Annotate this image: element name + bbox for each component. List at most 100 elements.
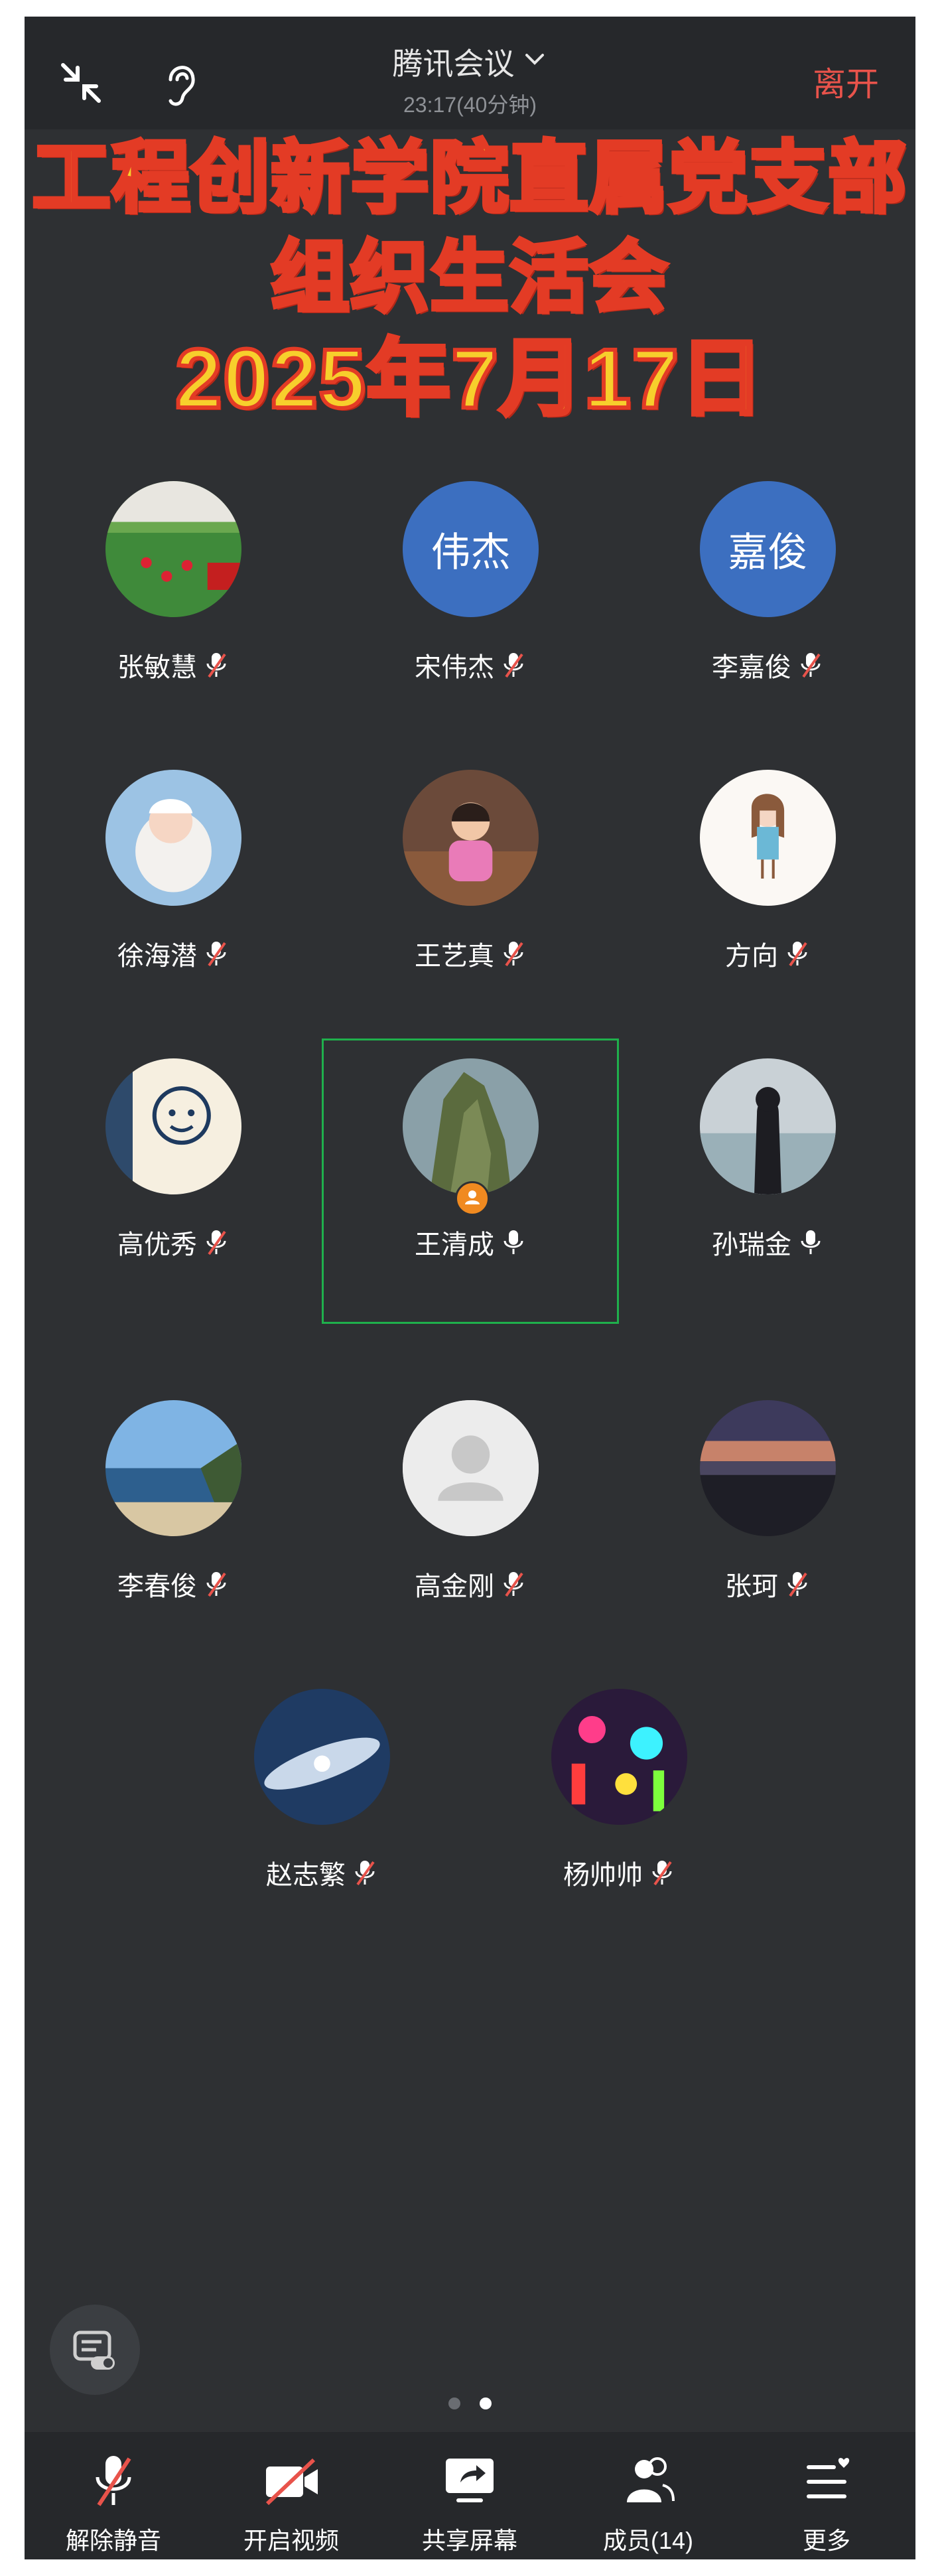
members-icon: [627, 2457, 675, 2502]
participant-tile[interactable]: 方向: [619, 770, 915, 1055]
mic-muted-icon: [204, 939, 229, 968]
avatar[interactable]: [105, 481, 241, 617]
share-screen-label: 共享屏幕: [421, 2527, 517, 2554]
bottom-toolbar: 解除静音 开启视频 共享屏幕 成员(14) 更多: [25, 2432, 915, 2559]
leave-button[interactable]: 离开: [813, 58, 879, 106]
participant-name-row: 张敏慧: [25, 646, 322, 684]
meeting-title-button[interactable]: 腾讯会议: [393, 40, 548, 84]
banner-line-1: 工程创新学院直属党支部: [30, 135, 908, 222]
participant-name: 徐海潜: [117, 942, 197, 971]
mic-muted-icon: [204, 650, 229, 680]
participant-tile[interactable]: 伟杰 宋伟杰: [322, 481, 619, 766]
participant-name-row: 徐海潜: [25, 934, 322, 973]
avatar[interactable]: [700, 770, 836, 906]
default-avatar-icon[interactable]: [403, 1400, 539, 1536]
more-button[interactable]: 更多: [738, 2432, 915, 2559]
avatar[interactable]: [105, 1400, 241, 1536]
avatar[interactable]: [403, 1058, 539, 1194]
participant-name-row: 赵志繁: [173, 1853, 470, 1892]
share-screen-icon: [446, 2459, 494, 2502]
participant-name-row: 李嘉俊: [619, 646, 915, 684]
avatar[interactable]: [254, 1689, 390, 1825]
meeting-screen: 腾讯会议 23:17(40分钟) 离开 工程创新学院直属党支部 组织生活会 20…: [25, 17, 915, 2559]
participant-tile[interactable]: 孙瑞金: [619, 1058, 915, 1344]
participant-name-row: 方向: [619, 934, 915, 973]
participant-tile[interactable]: 赵志繁: [173, 1689, 470, 1974]
members-button[interactable]: 成员(14): [559, 2432, 737, 2559]
mic-muted-icon: [96, 2456, 131, 2506]
avatar[interactable]: [403, 770, 539, 906]
mic-on-icon: [798, 1228, 823, 1257]
banner-line-3: 2025年7月17日: [173, 332, 766, 425]
participant-name: 高金刚: [415, 1572, 494, 1601]
top-bar: 腾讯会议 23:17(40分钟) 离开: [25, 17, 915, 129]
mic-muted-icon: [649, 1858, 675, 1887]
avatar[interactable]: 嘉俊: [700, 481, 836, 617]
participant-name: 孙瑞金: [712, 1230, 791, 1259]
start-video-label: 开启视频: [243, 2527, 339, 2554]
mic-on-icon: [501, 1228, 526, 1257]
banner: 工程创新学院直属党支部 组织生活会 2025年7月17日: [25, 135, 915, 425]
more-menu-icon: [807, 2458, 850, 2498]
camera-off-icon: [265, 2458, 318, 2506]
meeting-duration: 23:17(40分钟): [403, 93, 537, 117]
chat-icon: [73, 2330, 115, 2370]
participant-name-row: 王艺真: [322, 934, 619, 973]
chat-button[interactable]: [50, 2305, 140, 2395]
participant-tile[interactable]: 嘉俊 李嘉俊: [619, 481, 915, 766]
participant-name: 宋伟杰: [415, 653, 494, 682]
participant-name-row: 李春俊: [25, 1565, 322, 1603]
participant-tile[interactable]: 高优秀: [25, 1058, 322, 1344]
participant-name-row: 高优秀: [25, 1223, 322, 1261]
participant-tile[interactable]: 徐海潜: [25, 770, 322, 1055]
participant-name: 王清成: [415, 1230, 494, 1259]
avatar-initials: 伟杰: [403, 481, 539, 617]
participant-name: 高优秀: [117, 1230, 197, 1259]
participant-tile[interactable]: 张敏慧: [25, 481, 322, 766]
share-screen-button[interactable]: 共享屏幕: [381, 2432, 559, 2559]
participant-name-row: 杨帅帅: [470, 1853, 768, 1892]
unmute-button[interactable]: 解除静音: [25, 2432, 202, 2559]
participant-name: 李嘉俊: [712, 653, 791, 682]
participant-name: 方向: [725, 942, 778, 971]
page-dot-active[interactable]: [479, 2397, 492, 2409]
host-badge-icon: [455, 1181, 490, 1216]
start-video-button[interactable]: 开启视频: [202, 2432, 380, 2559]
mic-muted-icon: [785, 939, 810, 968]
avatar[interactable]: [551, 1689, 687, 1825]
participant-tile[interactable]: 李春俊: [25, 1400, 322, 1685]
mic-muted-icon: [501, 1569, 526, 1599]
participant-name: 张敏慧: [117, 653, 197, 682]
avatar[interactable]: 伟杰: [403, 481, 539, 617]
mic-muted-icon: [352, 1858, 377, 1887]
mic-muted-icon: [501, 939, 526, 968]
chevron-down-icon: [521, 44, 548, 80]
banner-line-2: 组织生活会: [269, 234, 669, 322]
participant-tile[interactable]: 高金刚: [322, 1400, 619, 1685]
mic-muted-icon: [785, 1569, 810, 1599]
meeting-title-area: 腾讯会议: [25, 40, 915, 84]
participant-name-row: 宋伟杰: [322, 646, 619, 684]
avatar[interactable]: [700, 1400, 836, 1536]
participant-name-row: 张珂: [619, 1565, 915, 1603]
participant-name: 李春俊: [117, 1572, 197, 1601]
participant-tile[interactable]: 杨帅帅: [470, 1689, 768, 1974]
participant-name-row: 王清成: [324, 1223, 617, 1261]
avatar[interactable]: [105, 1058, 241, 1194]
pagination-dots: [25, 2397, 915, 2413]
participant-tile[interactable]: 张珂: [619, 1400, 915, 1685]
mic-muted-icon: [798, 650, 823, 680]
unmute-label: 解除静音: [65, 2527, 161, 2554]
mic-muted-icon: [204, 1569, 229, 1599]
participant-name: 张珂: [725, 1572, 778, 1601]
avatar-initials: 嘉俊: [700, 481, 836, 617]
avatar[interactable]: [105, 770, 241, 906]
page-dot[interactable]: [448, 2397, 461, 2409]
participant-tile-active-speaker[interactable]: 王清成: [322, 1038, 619, 1324]
mic-muted-icon: [501, 650, 526, 680]
participant-name: 杨帅帅: [563, 1861, 643, 1890]
participant-tile[interactable]: 王艺真: [322, 770, 619, 1055]
more-label: 更多: [802, 2527, 850, 2554]
avatar[interactable]: [700, 1058, 836, 1194]
meeting-title: 腾讯会议: [392, 46, 515, 81]
